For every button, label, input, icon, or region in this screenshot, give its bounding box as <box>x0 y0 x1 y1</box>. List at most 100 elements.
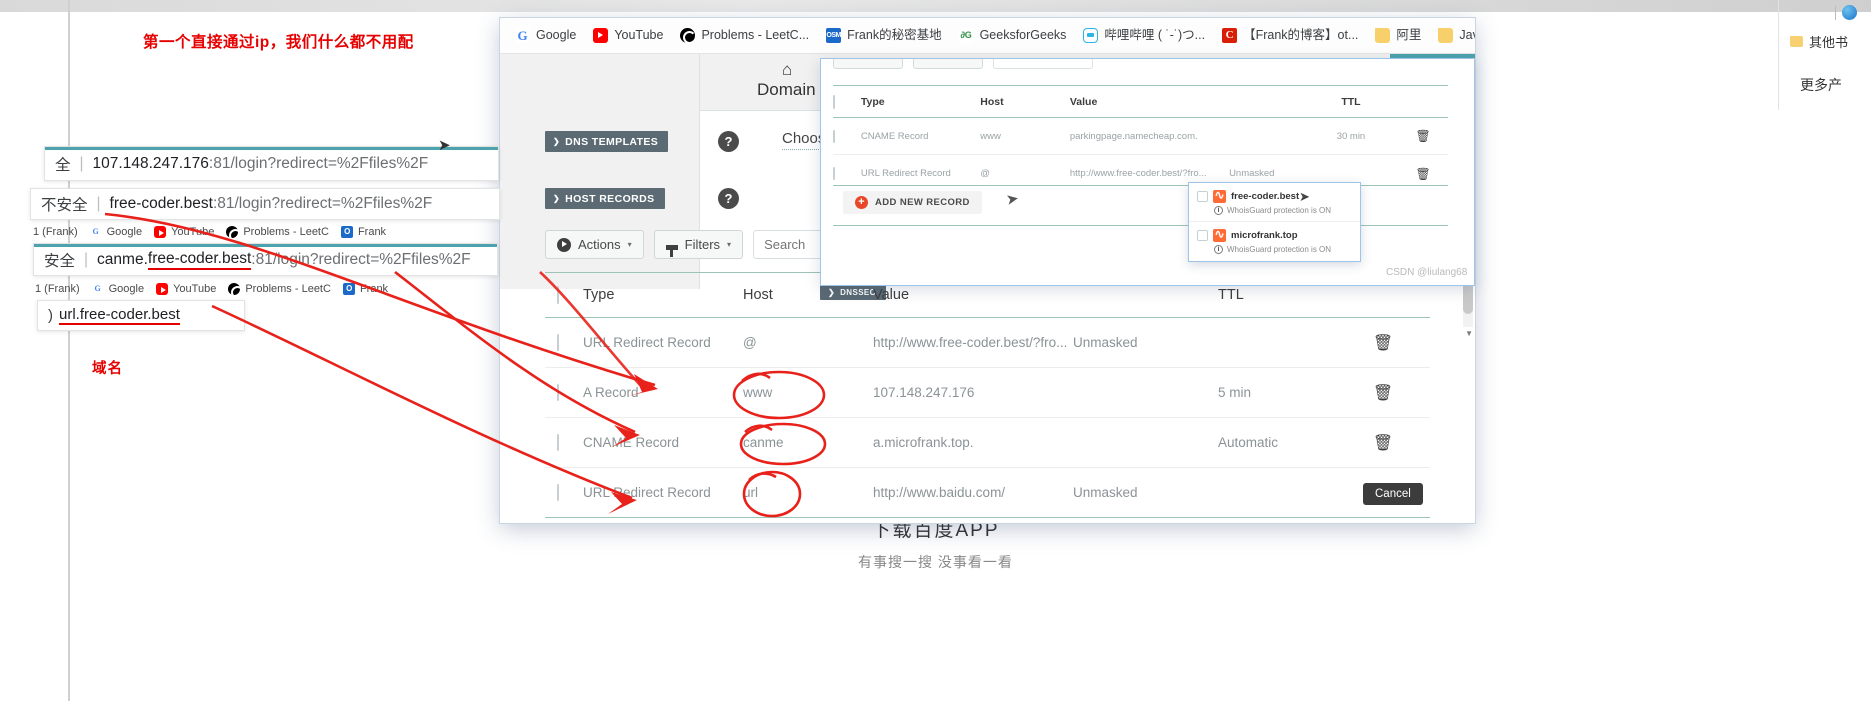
delete-record-button[interactable]: 🗑 <box>1348 433 1418 453</box>
bookmark-folder-java[interactable]: Java <box>1431 25 1475 46</box>
cell-ttl: 5 min <box>1218 385 1252 400</box>
bookmark-geeksforgeeks[interactable]: ∂G GeeksforGeeks <box>952 25 1074 46</box>
delete-record-button[interactable]: 🗑 <box>1348 383 1418 403</box>
bookmarks-bar: G Google YouTube Problems - LeetC... OSM… <box>500 18 1475 54</box>
popup-delete-button[interactable]: 🗑 <box>1398 167 1448 181</box>
help-icon-dns[interactable]: ? <box>718 131 739 152</box>
mini-bookmark-youtube[interactable]: YouTube <box>156 282 216 295</box>
popup-select-all-checkbox[interactable] <box>833 94 861 109</box>
security-label: 安全 <box>44 252 76 270</box>
popup-cell-host: www <box>980 130 1001 142</box>
trash-icon: 🗑 <box>1372 434 1394 452</box>
google-icon: G <box>91 282 104 295</box>
profile-avatar-icon[interactable] <box>1842 5 1857 21</box>
domain-name: microfrank.top <box>1231 230 1298 241</box>
address-bar-domain[interactable]: 不安全 | free-coder.best :81/login?redirect… <box>30 188 500 220</box>
table-row[interactable]: CNAME Record canme a.microfrank.top. Aut… <box>545 418 1430 468</box>
baidu-app-promo: 下载百度APP 有事搜一搜 没事看一看 <box>0 515 1871 572</box>
more-products-link[interactable]: 更多产 <box>1800 75 1842 95</box>
mini-bookmark-google[interactable]: G Google <box>89 226 142 238</box>
mini-bookmark-youtube[interactable]: YouTube <box>154 226 214 238</box>
url-divider: | <box>96 195 101 212</box>
namecheap-logo-icon <box>1213 188 1226 203</box>
mouse-cursor-icon: ➤ <box>1299 189 1310 204</box>
url-divider: | <box>79 154 84 172</box>
popup-actions-button[interactable] <box>833 59 903 69</box>
url-path: :81/login?redirect=%2Ffiles%2F <box>208 154 429 172</box>
folder-icon <box>1438 28 1454 43</box>
table-row[interactable]: URL Redirect Record url http://www.baidu… <box>545 468 1430 518</box>
page-left-divider <box>68 0 70 701</box>
folder-icon <box>1790 36 1803 47</box>
select-all-checkbox[interactable] <box>545 286 583 304</box>
mini-bookmark-google[interactable]: G Google <box>91 282 144 295</box>
mini-bookmark-profile[interactable]: 1 (Frank) <box>33 226 78 238</box>
mini-bookmarks-bar: 1 (Frank) G Google YouTube Problems - Lee… <box>35 281 497 296</box>
bookmark-bilibili[interactable]: 哔哩哔哩 ( ˙-˙)つ... <box>1076 25 1212 46</box>
address-suggestion[interactable]: ) url.free-coder.best <box>37 300 245 331</box>
bookmark-youtube[interactable]: YouTube <box>586 25 670 46</box>
address-bar-cname[interactable]: 安全 | canme. free-coder.best :81/login?re… <box>33 243 498 276</box>
popup-col-type: Type <box>860 95 885 108</box>
popup-row-checkbox[interactable] <box>833 167 861 180</box>
security-label: 全 <box>55 156 71 174</box>
popup-cell-value: http://www.free-coder.best/?fro... <box>1069 168 1207 179</box>
domain-checkbox[interactable] <box>1197 191 1208 202</box>
watermark: CSDN @liulang68 <box>1386 267 1468 278</box>
row-checkbox[interactable] <box>545 334 583 351</box>
mini-bookmark-frank[interactable]: O Frank <box>340 226 386 238</box>
delete-record-button[interactable]: 🗑 <box>1348 333 1418 353</box>
domain-option[interactable]: microfrank.top i WhoisGuard protection i… <box>1189 221 1360 260</box>
popup-col-value: Value <box>1069 95 1098 108</box>
popup-delete-button[interactable]: 🗑 <box>1398 129 1448 143</box>
table-row[interactable]: A Record www 107.148.247.176 5 min 🗑 <box>545 368 1430 418</box>
col-header-value: Value <box>873 287 910 303</box>
cell-value: a.microfrank.top. <box>873 435 974 450</box>
osm-icon: OSM <box>826 28 841 43</box>
mini-bookmark-leetcode[interactable]: Problems - LeetC <box>228 282 331 296</box>
popup-search-input[interactable] <box>993 59 1093 69</box>
cell-type: A Record <box>583 385 639 400</box>
bookmark-folder-ali[interactable]: 阿里 <box>1368 25 1428 46</box>
suggestion-text: url.free-coder.best <box>59 306 180 325</box>
scroll-down-icon[interactable]: ▼ <box>1465 329 1473 338</box>
add-new-record-button[interactable]: + ADD NEW RECORD <box>843 191 982 214</box>
section-dns-templates[interactable]: DNS TEMPLATES <box>545 131 669 152</box>
cell-value: http://www.free-coder.best/?fro... <box>873 335 1068 350</box>
csdn-icon: C <box>1222 28 1238 43</box>
popup-filters-button[interactable] <box>913 59 983 69</box>
actions-button[interactable]: Actions ▾ <box>545 230 644 259</box>
filters-button[interactable]: Filters ▾ <box>653 230 744 259</box>
col-header-host: Host <box>743 287 773 303</box>
other-bookmarks-button[interactable]: 其他书 <box>1790 32 1848 51</box>
bookmark-frank-base[interactable]: OSM Frank的秘密基地 <box>819 25 948 46</box>
row-checkbox[interactable] <box>545 484 583 501</box>
help-icon-host[interactable]: ? <box>718 188 739 209</box>
cancel-button[interactable]: Cancel <box>1363 483 1423 505</box>
address-bar-ip[interactable]: 全 | 107.148.247.176 :81/login?redirect=%… <box>44 146 499 181</box>
table-row[interactable]: URL Redirect Record @ http://www.free-co… <box>545 318 1430 368</box>
bookmark-google[interactable]: G Google <box>508 25 583 46</box>
actions-label: Actions <box>578 237 621 252</box>
plus-icon: + <box>855 196 868 209</box>
mini-bookmark-leetcode[interactable]: Problems - LeetC <box>226 226 329 240</box>
row-checkbox[interactable] <box>545 434 583 451</box>
bookmark-frank-blog[interactable]: C 【Frank的博客】ot... <box>1215 25 1365 46</box>
cell-value: http://www.baidu.com/ <box>873 485 1006 500</box>
section-host-records[interactable]: HOST RECORDS <box>545 188 665 209</box>
popup-row-checkbox[interactable] <box>833 129 861 143</box>
browser-profile-area[interactable] <box>1829 4 1871 26</box>
bookmark-leetcode[interactable]: Problems - LeetC... <box>673 25 816 46</box>
domain-title: Domain <box>757 80 816 99</box>
trash-icon: 🗑 <box>1372 384 1394 402</box>
right-divider <box>1778 0 1779 110</box>
row-checkbox[interactable] <box>545 384 583 401</box>
domain-option[interactable]: free-coder.best ➤ i WhoisGuard protectio… <box>1189 183 1360 221</box>
host-records-table: Type Host Value TTL URL Redirect Record … <box>545 272 1430 518</box>
popup-table-row[interactable]: CNAME Record www parkingpage.namecheap.c… <box>833 118 1448 155</box>
mini-bookmark-profile[interactable]: 1 (Frank) <box>35 283 80 295</box>
leetcode-icon <box>228 282 245 296</box>
domain-checkbox[interactable] <box>1197 230 1208 241</box>
cell-host: www <box>743 385 773 400</box>
mini-bookmark-frank[interactable]: O Frank <box>342 282 388 295</box>
